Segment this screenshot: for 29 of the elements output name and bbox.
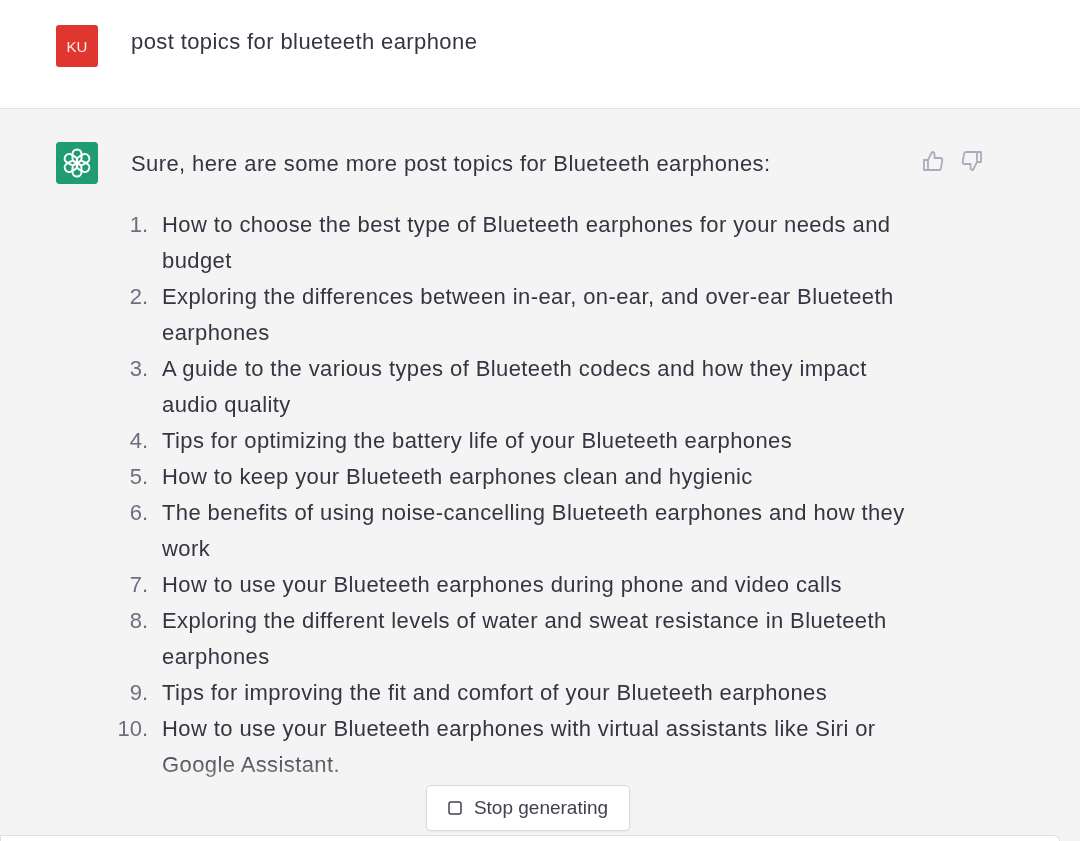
user-avatar: KU [56,25,98,67]
list-number: 8. [128,607,148,635]
list-number: 3. [128,355,148,383]
assistant-intro-text: Sure, here are some more post topics for Blueteeth earphones: [131,150,772,178]
thumbs-up-icon[interactable] [922,150,944,172]
topic-text: How to use your Blueteeth earphones with virtual assistants like Siri or Google Assistant. [162,715,877,779]
list-number: 6. [128,499,148,527]
list-number: 1. [128,211,148,239]
topic-text: Tips for optimizing the battery life of your Blueteeth earphones [162,427,794,455]
user-message-text: post topics for blueteeth earphone [131,28,478,56]
list-number: 4. [128,427,148,455]
topic-text: Exploring the different levels of water and sweat resistance in Blueteeth earphones [162,607,888,671]
list-number: 9. [128,679,148,707]
thumbs-down-icon[interactable] [961,150,983,172]
topic-text: Exploring the differences between in-ear, on-ear, and over-ear Blueteeth earphones [162,283,895,347]
topic-text: A guide to the various types of Blueteeth codecs and how they impact audio quality [162,355,868,419]
topic-text: The benefits of using noise-cancelling Blueteeth earphones and how they work [162,499,906,563]
list-number: 2. [128,283,148,311]
list-number: 5. [128,463,148,491]
list-number: 10. [116,715,148,743]
message-input-field[interactable] [0,835,1060,841]
knot-avatar-icon [56,142,98,184]
topic-text: How to keep your Blueteeth earphones clean and hygienic [162,463,754,491]
stop-generating-button[interactable]: Stop generating [426,785,630,831]
topic-text: How to use your Blueteeth earphones during phone and video calls [162,571,843,599]
topic-text: How to choose the best type of Blueteeth earphones for your needs and budget [162,211,892,275]
topic-text: Tips for improving the fit and comfort of your Blueteeth earphones [162,679,829,707]
stop-square-icon [447,801,462,815]
list-number: 7. [128,571,148,599]
